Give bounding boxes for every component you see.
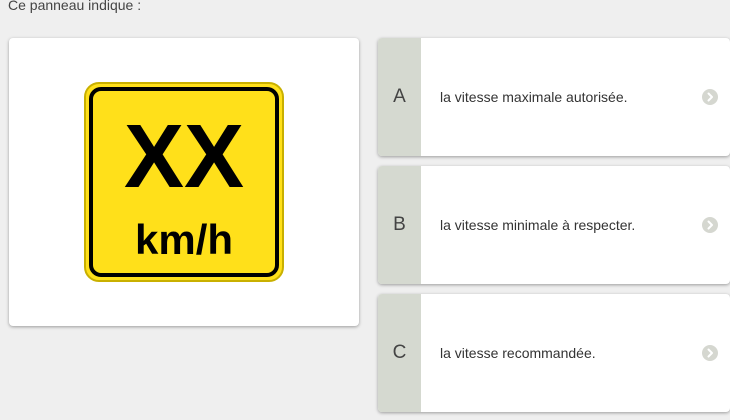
answer-text-a: la vitesse maximale autorisée. [440, 89, 628, 105]
sign-speed-text: XX [124, 107, 244, 207]
chevron-right-icon [702, 345, 718, 361]
answer-option-b[interactable]: B la vitesse minimale à respecter. [378, 166, 730, 284]
sign-card: XX km/h [9, 38, 359, 326]
answer-letter-b: B [378, 166, 421, 284]
chevron-right-icon [702, 217, 718, 233]
road-sign-image: XX km/h [84, 82, 284, 282]
answer-text-c: la vitesse recommandée. [440, 345, 596, 361]
question-text: Ce panneau indique : [8, 0, 142, 13]
answer-letter-c: C [378, 294, 421, 412]
chevron-right-icon [702, 89, 718, 105]
answer-text-b: la vitesse minimale à respecter. [440, 217, 636, 233]
answer-letter-a: A [378, 38, 421, 156]
sign-unit-text: km/h [135, 216, 233, 263]
answer-option-c[interactable]: C la vitesse recommandée. [378, 294, 730, 412]
answer-option-a[interactable]: A la vitesse maximale autorisée. [378, 38, 730, 156]
